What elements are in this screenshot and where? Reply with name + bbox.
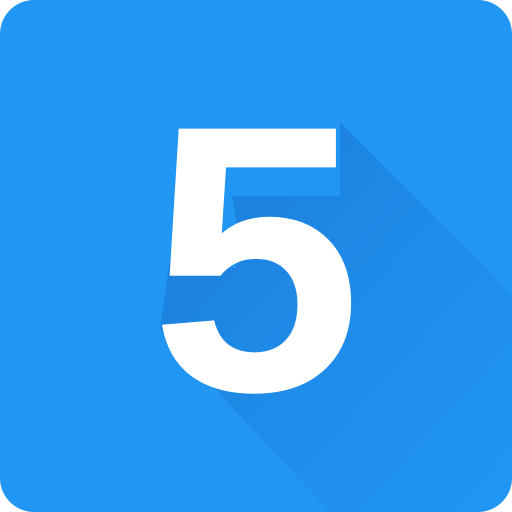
number-five-icon-tile: 5 bbox=[0, 0, 512, 512]
digit-five: 5 bbox=[150, 46, 362, 471]
